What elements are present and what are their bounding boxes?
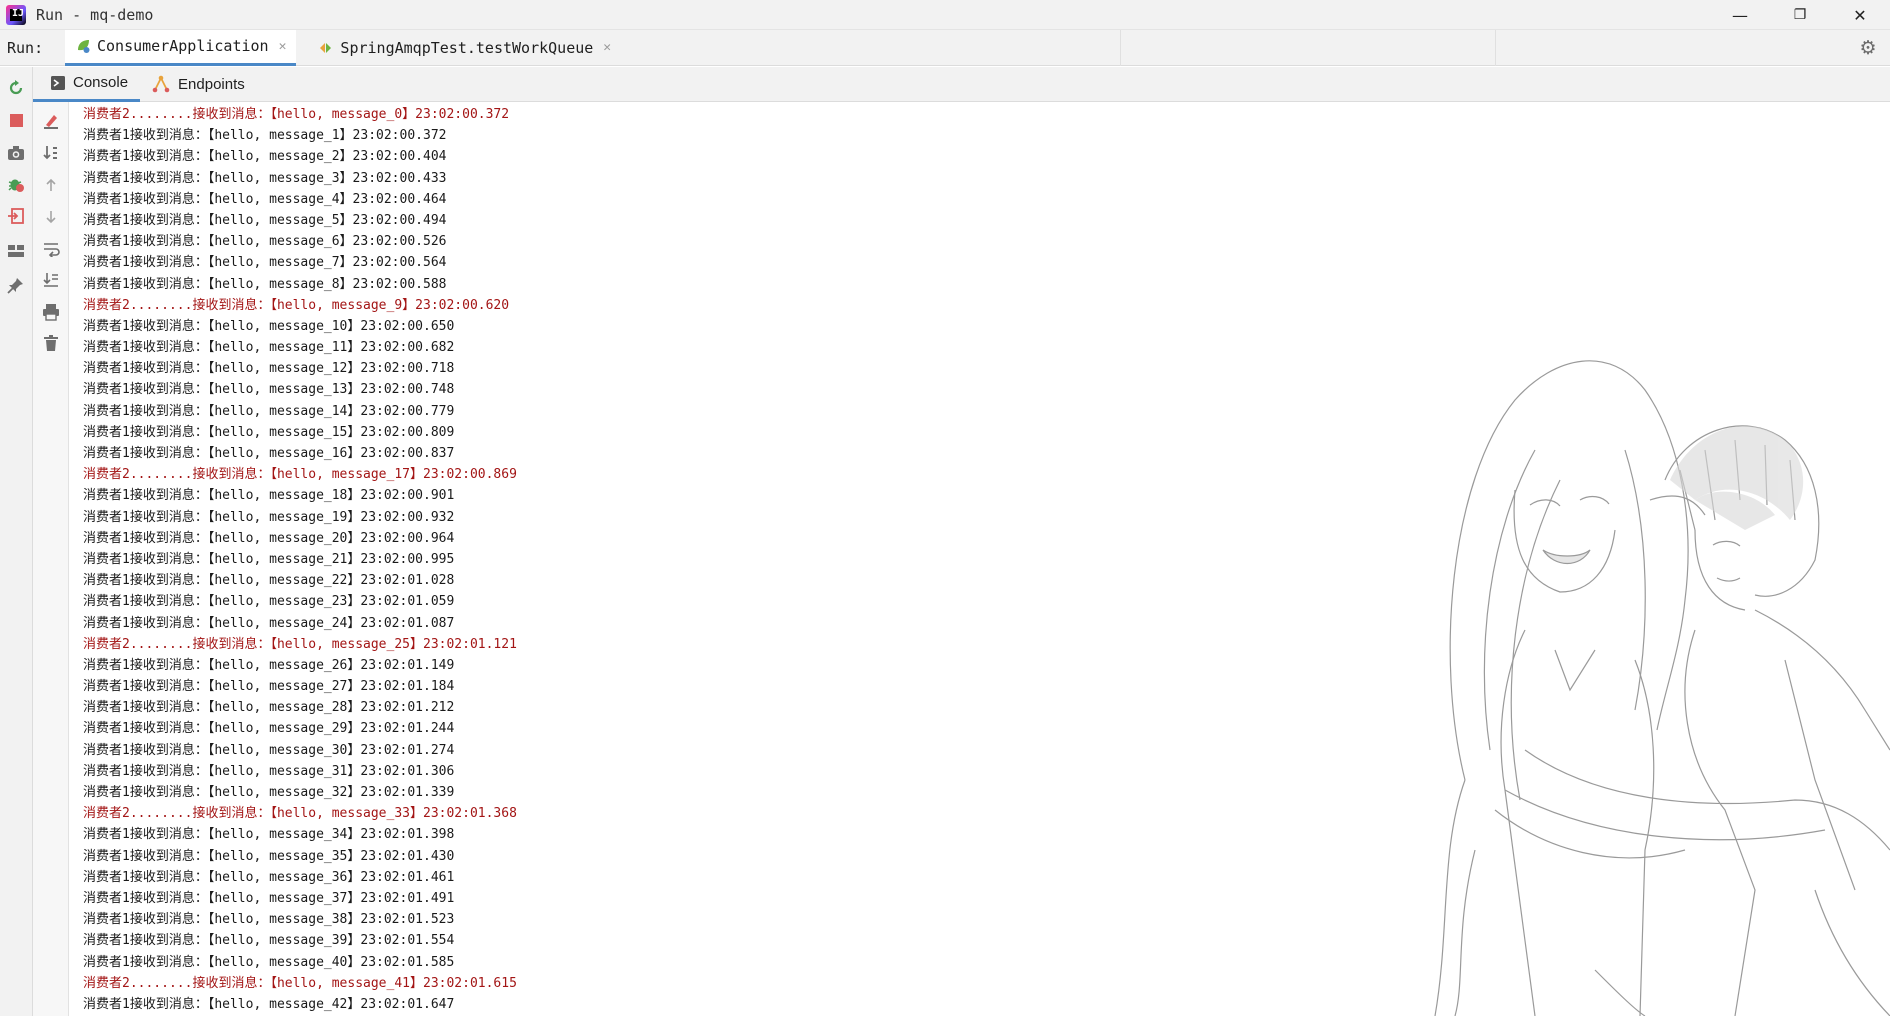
layout-icon[interactable] — [5, 240, 27, 262]
intellij-logo-icon: IJ — [6, 4, 26, 25]
log-line: 消费者1接收到消息：【hello, message_26】23:02:01.14… — [83, 657, 455, 673]
tab-endpoints[interactable]: Endpoints — [140, 67, 257, 102]
tab-label: SpringAmqpTest.testWorkQueue — [340, 38, 594, 57]
log-line: 消费者1接收到消息：【hello, message_32】23:02:01.33… — [83, 785, 455, 800]
log-line: 消费者1接收到消息：【hello, message_37】23:02:01.49… — [83, 890, 455, 906]
log-line: 消费者1接收到消息：【hello, message_16】23:02:00.83… — [83, 446, 455, 461]
run-toolbar — [0, 67, 33, 1016]
log-line: 消费者2........接收到消息：【hello, message_9】23:0… — [83, 297, 510, 313]
log-line: 消费者1接收到消息：【hello, message_6】23:02:00.526 — [83, 234, 447, 250]
log-line: 消费者1接收到消息：【hello, message_42】23:02:01.64… — [83, 996, 455, 1012]
log-line: 消费者1接收到消息：【hello, message_31】23:02:01.30… — [83, 763, 455, 779]
up-arrow-icon[interactable] — [40, 174, 62, 196]
divider — [1120, 30, 1121, 66]
log-line: 消费者1接收到消息：【hello, message_21】23:02:00.99… — [83, 551, 455, 567]
log-line: 消费者1接收到消息：【hello, message_12】23:02:00.71… — [83, 361, 455, 377]
stop-icon[interactable] — [5, 109, 27, 131]
log-line: 消费者1接收到消息：【hello, message_2】23:02:00.404 — [83, 149, 447, 165]
log-line: 消费者1接收到消息：【hello, message_27】23:02:01.18… — [83, 679, 455, 695]
log-line: 消费者1接收到消息：【hello, message_35】23:02:01.43… — [83, 848, 455, 864]
gear-icon[interactable]: ⚙ — [1858, 38, 1878, 58]
down-arrow-icon[interactable] — [40, 206, 62, 228]
trash-icon[interactable] — [40, 332, 62, 354]
log-line: 消费者1接收到消息：【hello, message_4】23:02:00.464 — [83, 191, 447, 207]
clear-edit-icon[interactable] — [40, 110, 62, 132]
log-line: 消费者1接收到消息：【hello, message_18】23:02:00.90… — [83, 488, 455, 504]
rerun-icon[interactable] — [5, 77, 27, 99]
restore-button[interactable]: ❐ — [1770, 0, 1830, 30]
log-line: 消费者1接收到消息：【hello, message_30】23:02:01.27… — [83, 742, 455, 758]
log-line: 消费者1接收到消息：【hello, message_28】23:02:01.21… — [83, 700, 455, 716]
log-line: 消费者2........接收到消息：【hello, message_17】23:… — [83, 467, 517, 483]
log-line: 消费者1接收到消息：【hello, message_8】23:02:00.588 — [83, 276, 447, 292]
close-window-button[interactable]: ✕ — [1830, 0, 1890, 30]
pin-icon[interactable] — [5, 274, 27, 296]
run-label: Run: — [7, 38, 44, 57]
background-illustration — [1434, 360, 1890, 1016]
log-line: 消费者1接收到消息：【hello, message_1】23:02:00.372 — [83, 128, 447, 144]
log-line: 消费者1接收到消息：【hello, message_24】23:02:01.08… — [83, 615, 455, 631]
log-line: 消费者1接收到消息：【hello, message_7】23:02:00.564 — [83, 255, 447, 271]
sort-icon[interactable] — [40, 142, 62, 164]
print-icon[interactable] — [40, 301, 62, 323]
tab-label: Console — [73, 74, 129, 91]
close-tab-icon[interactable]: ✕ — [603, 40, 611, 55]
exit-icon[interactable] — [5, 205, 27, 227]
console-icon — [51, 75, 65, 90]
log-line: 消费者1接收到消息：【hello, message_36】23:02:01.46… — [83, 869, 455, 885]
log-line: 消费者1接收到消息：【hello, message_40】23:02:01.58… — [83, 954, 455, 970]
log-line: 消费者1接收到消息：【hello, message_22】23:02:01.02… — [83, 573, 455, 589]
log-line: 消费者1接收到消息：【hello, message_38】23:02:01.52… — [83, 912, 455, 928]
spring-boot-icon — [78, 40, 90, 53]
log-line: 消费者1接收到消息：【hello, message_29】23:02:01.24… — [83, 721, 455, 737]
log-line: 消费者1接收到消息：【hello, message_3】23:02:00.433 — [83, 170, 447, 186]
minimize-button[interactable]: — — [1710, 0, 1770, 30]
tab-label: Endpoints — [178, 75, 245, 93]
log-line: 消费者1接收到消息：【hello, message_15】23:02:00.80… — [83, 424, 455, 440]
close-tab-icon[interactable]: ✕ — [279, 39, 287, 54]
tab-label: ConsumerApplication — [97, 37, 269, 55]
log-line: 消费者1接收到消息：【hello, message_20】23:02:00.96… — [83, 530, 455, 546]
log-line: 消费者2........接收到消息：【hello, message_25】23:… — [83, 636, 517, 652]
tab-consumer-application[interactable]: ConsumerApplication ✕ — [65, 29, 297, 66]
window-controls: — ❐ ✕ — [1710, 0, 1890, 30]
log-line: 消费者1接收到消息：【hello, message_13】23:02:00.74… — [83, 382, 455, 398]
tab-console[interactable]: Console — [33, 67, 141, 102]
soft-wrap-icon[interactable] — [40, 238, 62, 260]
log-line: 消费者1接收到消息：【hello, message_11】23:02:00.68… — [83, 340, 455, 356]
log-line: 消费者1接收到消息：【hello, message_10】23:02:00.65… — [83, 318, 455, 334]
log-line: 消费者1接收到消息：【hello, message_34】23:02:01.39… — [83, 827, 455, 843]
camera-icon[interactable] — [5, 142, 27, 164]
log-line: 消费者1接收到消息：【hello, message_23】23:02:01.05… — [83, 594, 455, 610]
console-toolbar — [33, 102, 69, 1016]
log-line: 消费者1接收到消息：【hello, message_14】23:02:00.77… — [83, 403, 455, 419]
log-line: 消费者1接收到消息：【hello, message_19】23:02:00.93… — [83, 509, 455, 525]
debug-icon[interactable] — [5, 173, 27, 195]
log-line: 消费者2........接收到消息：【hello, message_0】23:0… — [83, 107, 510, 122]
log-line: 消费者1接收到消息：【hello, message_39】23:02:01.55… — [83, 933, 455, 949]
log-line: 消费者2........接收到消息：【hello, message_33】23:… — [83, 806, 517, 822]
test-run-icon — [320, 42, 332, 53]
scroll-end-icon[interactable] — [40, 269, 62, 291]
log-lines: 消费者2........接收到消息：【hello, message_0】23:0… — [83, 104, 517, 1015]
console-output[interactable]: 消费者2........接收到消息：【hello, message_0】23:0… — [70, 102, 1890, 1016]
log-line: 消费者2........接收到消息：【hello, message_41】23:… — [83, 975, 517, 991]
console-tabs-bar: Console Endpoints — [33, 67, 1890, 102]
endpoints-icon — [152, 75, 170, 93]
log-line: 消费者1接收到消息：【hello, message_5】23:02:00.494 — [83, 212, 447, 228]
run-tabs-bar: Run: ConsumerApplication ✕ SpringAmqpTes… — [0, 29, 1890, 66]
tab-spring-amqp-test[interactable]: SpringAmqpTest.testWorkQueue ✕ — [308, 30, 621, 66]
window-title: Run - mq-demo — [36, 5, 154, 24]
divider — [1495, 30, 1496, 66]
window-titlebar: IJ Run - mq-demo — ❐ ✕ — [0, 0, 1890, 30]
